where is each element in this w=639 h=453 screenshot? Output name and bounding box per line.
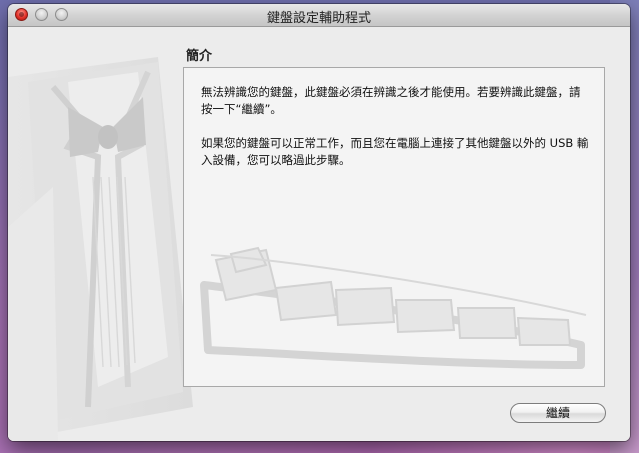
introduction-panel: 無法辨識您的鍵盤，此鍵盤必須在辨識之後才能使用。若要辨識此鍵盤，請按一下“繼續”… (183, 67, 605, 387)
window-title: 鍵盤設定輔助程式 (266, 11, 371, 26)
intro-text: 無法辨識您的鍵盤，此鍵盤必須在辨識之後才能使用。若要辨識此鍵盤，請按一下“繼續”… (201, 84, 591, 186)
title-bar[interactable]: 鍵盤設定輔助程式 (8, 4, 630, 27)
section-heading: 簡介 (186, 49, 213, 64)
tuxedo-illustration (8, 57, 193, 441)
intro-paragraph-1: 無法辨識您的鍵盤，此鍵盤必須在辨識之後才能使用。若要辨識此鍵盤，請按一下“繼續”… (201, 85, 581, 116)
keyboard-setup-assistant-window: 鍵盤設定輔助程式 簡介 無法辨識您的鍵盤，此鍵盤必須在辨識之後才能使用。若要辨識… (8, 4, 630, 441)
intro-paragraph-2: 如果您的鍵盤可以正常工作，而且您在電腦上連接了其他鍵盤以外的 USB 輸入設備，… (201, 136, 589, 167)
window-content: 簡介 無法辨識您的鍵盤，此鍵盤必須在辨識之後才能使用。若要辨識此鍵盤，請按一下“… (8, 27, 630, 441)
continue-button[interactable]: 繼續 (510, 403, 606, 423)
keyboard-illustration (200, 246, 587, 369)
